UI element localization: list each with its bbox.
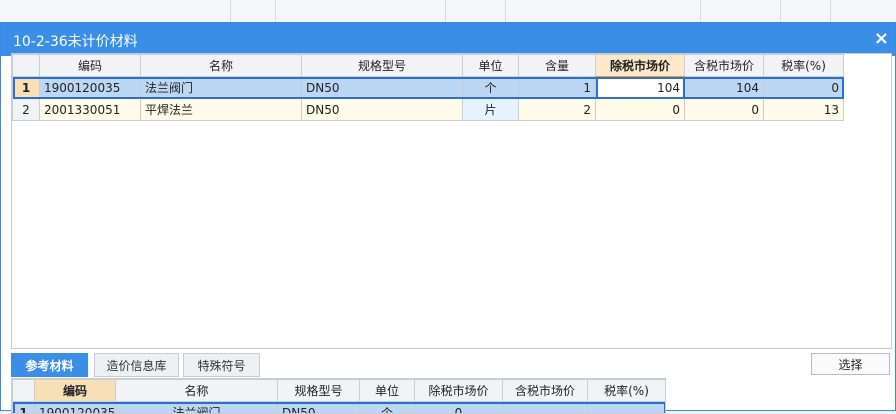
column-header-spec[interactable]: 规格型号	[278, 380, 360, 402]
cell-price-ex-tax-editing[interactable]: 104	[596, 77, 685, 99]
tab-price-info-library[interactable]: 造价信息库	[94, 353, 179, 377]
column-header-price-in-tax[interactable]: 含税市场价	[685, 55, 764, 77]
row-number[interactable]: 1	[13, 402, 35, 414]
cell-code[interactable]: 1900120035	[40, 77, 141, 99]
column-header-code[interactable]: 编码	[40, 55, 141, 77]
row-number-header	[13, 380, 35, 402]
column-header-unit[interactable]: 单位	[463, 55, 519, 77]
material-grid: 编码 名称 规格型号 单位 含量 除税市场价 含税市场价 税率(%) 1 190…	[11, 53, 892, 349]
table-row[interactable]: 1 1900120035 法兰阀门 DN50 个 0	[13, 402, 666, 414]
table-row[interactable]: 2 2001330051 平焊法兰 DN50 片 2 0 0 13	[13, 99, 844, 121]
background-grid-header	[0, 0, 896, 23]
column-header-name[interactable]: 名称	[141, 55, 302, 77]
column-header-price-ex-tax[interactable]: 除税市场价	[596, 55, 685, 77]
cell-unit[interactable]: 个	[360, 402, 415, 414]
column-header-qty[interactable]: 含量	[519, 55, 596, 77]
cell-tax-rate[interactable]: 13	[764, 99, 844, 121]
close-icon[interactable]: ×	[874, 28, 889, 49]
cell-unit[interactable]: 片	[463, 99, 519, 121]
column-header-name[interactable]: 名称	[116, 380, 278, 402]
cell-qty[interactable]: 2	[519, 99, 596, 121]
column-header-unit[interactable]: 单位	[360, 380, 415, 402]
dialog-title: 10-2-36未计价材料	[13, 31, 138, 51]
cell-spec[interactable]: DN50	[302, 99, 463, 121]
cell-spec[interactable]: DN50	[278, 402, 360, 414]
column-header-tax-rate[interactable]: 税率(%)	[588, 380, 666, 402]
cell-name[interactable]: 法兰阀门	[141, 77, 302, 99]
cell-price-ex-tax[interactable]: 0	[415, 402, 503, 414]
cell-qty[interactable]: 1	[519, 77, 596, 99]
cell-price-ex-tax[interactable]: 0	[596, 99, 685, 121]
column-header-price-in-tax[interactable]: 含税市场价	[503, 380, 588, 402]
cell-spec[interactable]: DN50	[302, 77, 463, 99]
cell-tax-rate[interactable]	[588, 402, 666, 414]
cell-price-in-tax[interactable]: 0	[685, 99, 764, 121]
cell-code[interactable]: 2001330051	[40, 99, 141, 121]
row-number-header	[13, 55, 40, 77]
table-row[interactable]: 1 1900120035 法兰阀门 DN50 个 1 104 104 0	[13, 77, 844, 99]
cell-name[interactable]: 法兰阀门	[116, 402, 278, 414]
cell-price-in-tax[interactable]: 104	[685, 77, 764, 99]
column-header-code[interactable]: 编码	[35, 380, 116, 402]
select-button[interactable]: 选择	[811, 353, 890, 375]
column-header-tax-rate[interactable]: 税率(%)	[764, 55, 844, 77]
cell-code[interactable]: 1900120035	[35, 402, 116, 414]
reference-grid: 编码 名称 规格型号 单位 除税市场价 含税市场价 税率(%) 1 190012…	[11, 378, 666, 414]
cell-name[interactable]: 平焊法兰	[141, 99, 302, 121]
column-header-price-ex-tax[interactable]: 除税市场价	[415, 380, 503, 402]
tab-special-symbols[interactable]: 特殊符号	[183, 353, 260, 377]
grid-header-row: 编码 名称 规格型号 单位 含量 除税市场价 含税市场价 税率(%)	[13, 55, 844, 77]
unpriced-material-dialog: 10-2-36未计价材料 × 编码 名称 规格型号 单位 含量 除税市场价 含税…	[0, 22, 896, 411]
tab-reference-materials[interactable]: 参考材料	[11, 353, 88, 377]
cell-unit[interactable]: 个	[463, 77, 519, 99]
row-number[interactable]: 2	[13, 99, 40, 121]
dialog-titlebar: 10-2-36未计价材料 ×	[1, 23, 895, 56]
reference-header-row: 编码 名称 规格型号 单位 除税市场价 含税市场价 税率(%)	[13, 380, 666, 402]
row-number[interactable]: 1	[13, 77, 40, 99]
column-header-spec[interactable]: 规格型号	[302, 55, 463, 77]
cell-price-in-tax[interactable]	[503, 402, 588, 414]
cell-tax-rate[interactable]: 0	[764, 77, 844, 99]
